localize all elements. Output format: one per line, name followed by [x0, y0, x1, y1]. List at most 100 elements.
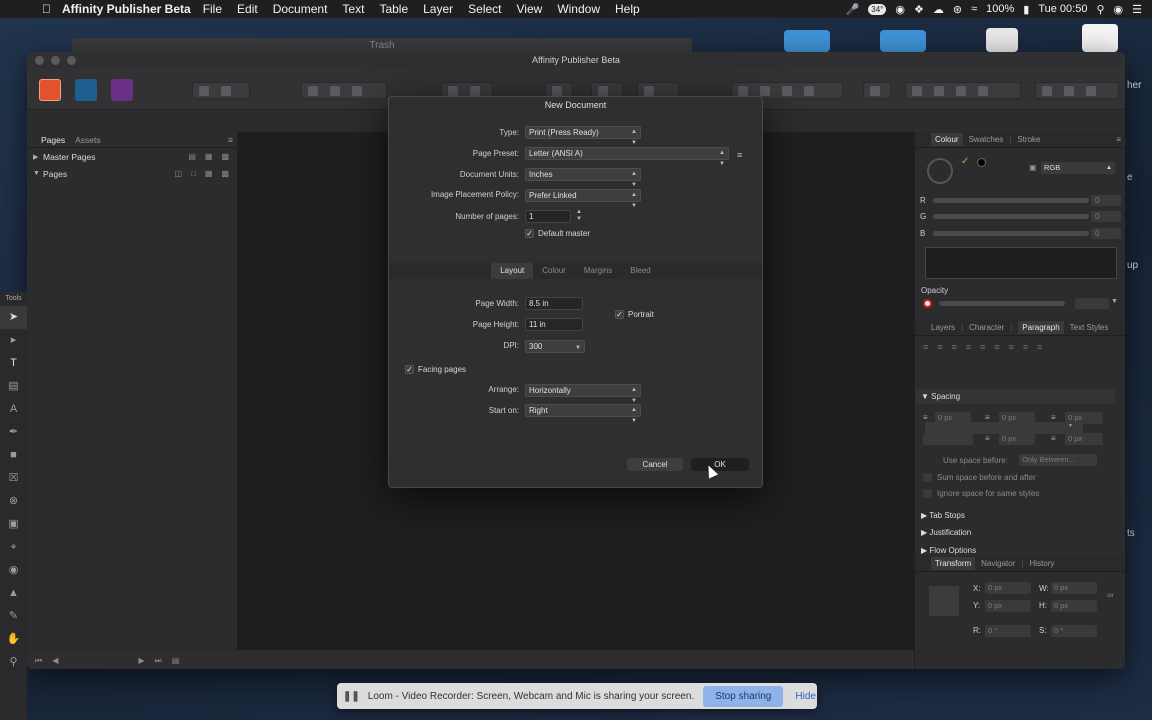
photo-persona-icon[interactable] [111, 79, 133, 101]
left-indent-input[interactable]: 0 px [1065, 412, 1103, 424]
menu-view[interactable]: View [517, 2, 543, 16]
y-input[interactable]: 0 px [985, 600, 1031, 612]
type-select[interactable]: Print (Press Ready) ▲ ▼ [525, 126, 641, 146]
tab-margins[interactable]: Margins [575, 263, 621, 279]
link-icon[interactable]: ∞ [1107, 590, 1113, 600]
pen-tool-icon[interactable]: ✒ [0, 421, 27, 444]
tab-paragraph[interactable]: Paragraph [1018, 321, 1064, 334]
crop-tool-icon[interactable]: ⌖ [0, 536, 27, 559]
page-list-icon[interactable]: ▤ [172, 656, 180, 665]
sum-space-checkbox[interactable] [923, 473, 932, 482]
disclosure-triangle-icon[interactable]: ▶ [33, 153, 43, 161]
w-input[interactable]: 0 px [1051, 582, 1097, 594]
disclosure-triangle-icon[interactable]: ▶ [921, 528, 927, 537]
channel-g-value[interactable]: 0 [1091, 211, 1121, 222]
stop-sharing-button[interactable]: Stop sharing [703, 685, 784, 707]
microphone-icon[interactable]: 🎤 [846, 3, 860, 16]
menu-window[interactable]: Window [557, 2, 600, 16]
disclosure-triangle-icon[interactable]: ▶ [921, 546, 927, 555]
disclosure-triangle-icon[interactable]: ▶ [921, 511, 927, 520]
ok-button[interactable]: OK [691, 458, 749, 471]
search-icon[interactable]: ⚲ [1096, 3, 1104, 16]
menu-file[interactable]: File [203, 2, 222, 16]
checkbox-icon[interactable]: ✓ [615, 310, 624, 319]
trash-icon[interactable]: ▩ [221, 152, 229, 161]
colour-model-select[interactable]: RGB ▲ [1041, 162, 1115, 174]
transparency-tool-icon[interactable]: ▲ [0, 582, 27, 605]
h-input[interactable]: 0 px [1051, 600, 1097, 612]
hide-button[interactable]: Hide [795, 691, 816, 702]
use-space-before-select[interactable]: Only Between... [1019, 454, 1097, 466]
align-left-icon[interactable]: ≡ [923, 342, 928, 352]
previous-page-icon[interactable]: ◀ [52, 656, 58, 665]
app-menu[interactable]: Affinity Publisher Beta [62, 2, 191, 16]
disclosure-triangle-icon[interactable]: ▼ [921, 392, 929, 401]
publisher-persona-icon[interactable] [39, 79, 61, 101]
code-file-icon[interactable] [986, 28, 1018, 52]
tab-stops-section[interactable]: ▶ Tab Stops [921, 511, 965, 520]
first-line-indent-input[interactable]: 0 px [999, 433, 1035, 445]
pages-stepper[interactable]: ▲ ▼ [576, 209, 582, 223]
loom-icon[interactable]: ◉ [895, 3, 905, 16]
channel-r-slider[interactable] [933, 198, 1089, 203]
start-on-select[interactable]: Right ▲ ▼ [525, 404, 641, 424]
close-window-button[interactable] [35, 56, 44, 65]
cloud-icon[interactable]: ☁ [933, 3, 944, 16]
channel-b-slider[interactable] [933, 231, 1089, 236]
rectangle-tool-icon[interactable]: ■ [0, 444, 27, 467]
page-width-input[interactable]: 8.5 in [525, 297, 583, 310]
panel-menu-icon[interactable]: ≡ [1116, 135, 1121, 144]
spacing-header[interactable]: ▼ Spacing [915, 389, 1115, 404]
pages-row[interactable]: ▼ Pages ◫ □ ▦ ▩ [27, 165, 237, 182]
opacity-slider[interactable] [939, 301, 1065, 306]
menu-help[interactable]: Help [615, 2, 640, 16]
node-tool-icon[interactable]: ▸ [0, 329, 27, 352]
pause-icon[interactable]: ❚❚ [343, 691, 360, 702]
siri-icon[interactable]: ◉ [1114, 3, 1124, 16]
control-center-icon[interactable]: ☰ [1132, 3, 1142, 16]
frame-text-tool-icon[interactable]: T [0, 352, 27, 375]
number-of-pages-input[interactable]: 1 [525, 210, 571, 223]
next-page-icon[interactable]: ▶ [138, 656, 144, 665]
toolbar-group[interactable] [1035, 82, 1119, 99]
ignore-space-checkbox[interactable] [923, 489, 932, 498]
image-placement-select[interactable]: Prefer Linked ▲ ▼ [525, 189, 641, 209]
default-master-checkbox[interactable]: ✓ Default master [525, 229, 590, 238]
tab-bleed[interactable]: Bleed [621, 263, 659, 279]
arrange-select[interactable]: Horizontally ▲ ▼ [525, 384, 641, 404]
fill-stroke-well[interactable] [927, 158, 953, 184]
justify-right-icon[interactable]: ≡ [994, 342, 999, 352]
dropbox-icon[interactable]: ❖ [914, 3, 924, 16]
folder-icon[interactable] [880, 30, 926, 52]
menu-select[interactable]: Select [468, 2, 501, 16]
folder-icon[interactable] [784, 30, 830, 52]
checkbox-icon[interactable]: ✓ [405, 365, 414, 374]
dpi-select[interactable]: 300 ▼ [525, 340, 585, 353]
wifi-icon[interactable]: ≈ [971, 3, 977, 15]
justify-center-icon[interactable]: ≡ [980, 342, 985, 352]
menu-document[interactable]: Document [273, 2, 328, 16]
tab-layers[interactable]: Layers [931, 323, 955, 332]
trash-icon[interactable]: ▩ [221, 169, 229, 178]
menu-layer[interactable]: Layer [423, 2, 453, 16]
page-height-input[interactable]: 11 in [525, 318, 583, 331]
document-icon[interactable] [1082, 24, 1118, 52]
tab-stroke[interactable]: Stroke [1017, 135, 1040, 144]
tab-character[interactable]: Character [969, 323, 1004, 332]
justify-all-icon[interactable]: ≡ [1009, 342, 1014, 352]
apple-menu-icon[interactable]:  [42, 2, 60, 16]
tab-assets[interactable]: Assets [75, 135, 101, 145]
toolbar-group[interactable] [863, 82, 891, 99]
add-page-icon[interactable]: ▦ [205, 169, 213, 178]
add-page-icon[interactable]: ▦ [205, 152, 213, 161]
space-before-input[interactable]: 0 px [935, 412, 971, 424]
minimize-window-button[interactable] [51, 56, 60, 65]
black-colour-swatch[interactable] [977, 158, 986, 167]
tab-navigator[interactable]: Navigator [981, 559, 1015, 568]
temperature-badge[interactable]: 34° [868, 3, 887, 15]
table-tool-icon[interactable]: ▤ [0, 375, 27, 398]
window-titlebar[interactable]: Affinity Publisher Beta [27, 52, 1125, 68]
hand-tool-icon[interactable]: ✋ [0, 628, 27, 651]
menu-text[interactable]: Text [342, 2, 364, 16]
facing-pages-checkbox[interactable]: ✓ Facing pages [405, 365, 466, 374]
